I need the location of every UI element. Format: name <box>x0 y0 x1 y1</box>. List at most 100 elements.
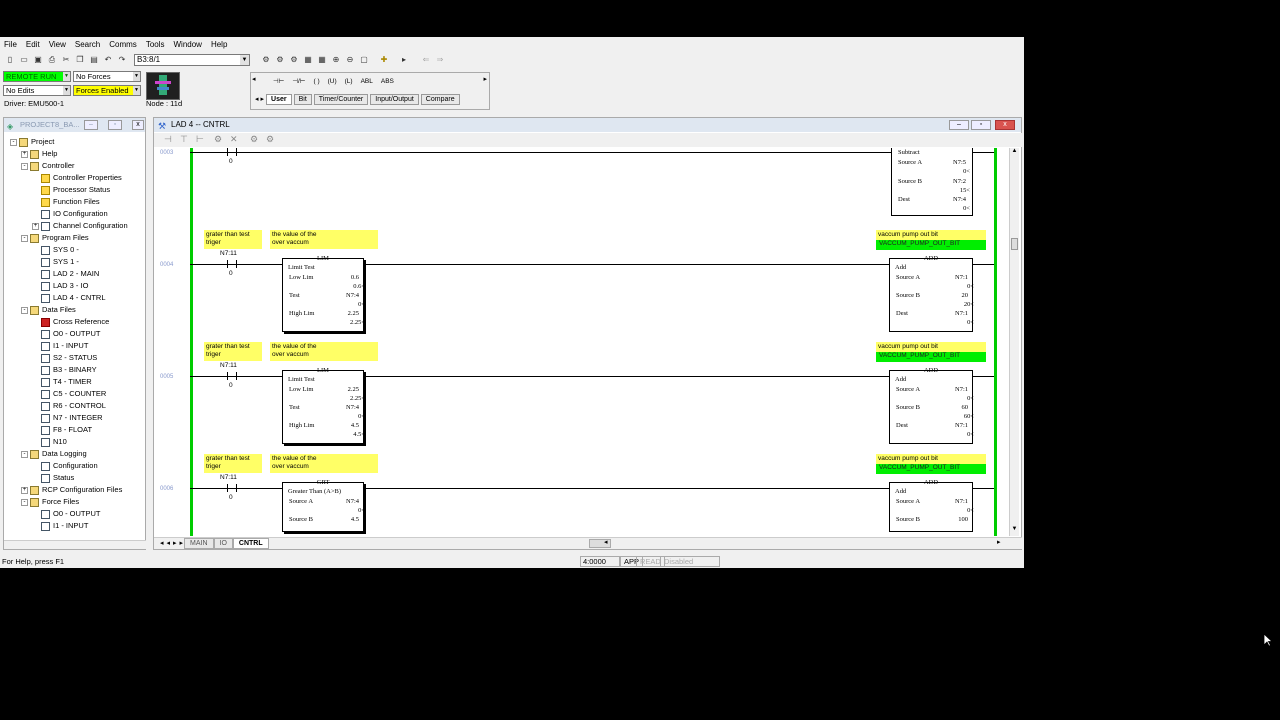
ladder-vscroll[interactable]: ▲ ▼ <box>1009 148 1019 536</box>
chevron-down-icon[interactable]: ▼ <box>240 54 249 65</box>
xic-contact[interactable] <box>227 484 237 492</box>
undo-icon[interactable]: ↶ <box>102 54 114 66</box>
new-file-icon[interactable]: ▯ <box>4 54 16 66</box>
tab-input-output[interactable]: Input/Output <box>370 93 419 105</box>
collapse-icon[interactable]: - <box>21 162 28 170</box>
minimize-button[interactable]: – <box>84 120 98 130</box>
scroll-left-icon[interactable]: ◂ <box>604 538 608 546</box>
tree-item[interactable]: + Help <box>21 148 57 160</box>
accept-icon[interactable]: ⚙ <box>214 134 222 145</box>
tree-item[interactable]: S2 - STATUS <box>32 352 97 364</box>
chevron-down-icon[interactable]: ▼ <box>63 72 70 81</box>
tree-item[interactable]: Configuration <box>32 460 98 472</box>
verify-icon[interactable]: ⚙ <box>260 54 272 66</box>
scroll-right-icon[interactable]: ▸ <box>997 538 1001 546</box>
instruction-button[interactable]: (U) <box>328 78 337 85</box>
tree-item[interactable]: SYS 0 - <box>32 244 79 256</box>
file-tab-main[interactable]: MAIN <box>184 538 214 549</box>
verify-file-icon[interactable]: ⚙ <box>288 54 300 66</box>
ladder-canvas[interactable]: 0003 0 Subtract Source A N7:5 0< Source B N7:2 1… <box>154 148 1010 536</box>
tab-user[interactable]: User <box>266 93 292 105</box>
tree-item[interactable]: R6 - CONTROL <box>32 400 106 412</box>
tree-item[interactable]: LAD 4 - CNTRL <box>32 292 106 304</box>
tree-item[interactable]: O0 - OUTPUT <box>32 508 101 520</box>
tree-item[interactable]: - Controller <box>21 160 75 172</box>
compare-icon[interactable]: ▦ <box>302 54 314 66</box>
minimize-button[interactable]: – <box>949 120 969 130</box>
instruction-button[interactable]: ABL <box>361 78 373 85</box>
verify-project-icon[interactable]: ⚙ <box>274 54 286 66</box>
zoom-out-icon[interactable]: ⊖ <box>344 54 356 66</box>
instruction-block-grt[interactable]: GRT Greater Than (A>B) Source A N7:4 0< Sourc… <box>282 479 365 532</box>
cut-icon[interactable]: ✂ <box>60 54 72 66</box>
scroll-down-icon[interactable]: ▼ <box>1010 526 1019 536</box>
edit-rung-icon[interactable]: ⊢ <box>196 134 204 145</box>
tree-item[interactable]: SYS 1 - <box>32 256 79 268</box>
forward-arrow-icon[interactable]: ⇒ <box>434 54 446 66</box>
maximize-button[interactable]: ▫ <box>108 120 122 130</box>
tree-item[interactable]: - Program Files <box>21 232 89 244</box>
collapse-icon[interactable]: - <box>21 234 28 242</box>
tree-item[interactable]: N7 - INTEGER <box>32 412 103 424</box>
tree-item[interactable]: Processor Status <box>32 184 110 196</box>
collapse-icon[interactable]: - <box>21 498 28 506</box>
menu-window[interactable]: Window <box>174 40 202 49</box>
instruction-block-lim[interactable]: LIM Limit Test Low Lim 2.25 2.25< Test N7:4 0< H… <box>282 367 365 444</box>
expand-icon[interactable]: + <box>21 486 28 494</box>
xic-contact[interactable] <box>227 148 237 156</box>
test-edits-icon[interactable]: ⚙ <box>250 134 258 145</box>
instruction-button[interactable]: ⊣⊢ <box>273 77 284 85</box>
instruction-block-add[interactable]: ADD Add Source A N7:1 0< Source B 100 <box>889 479 974 532</box>
address-combo[interactable]: B3:8/1 ▼ <box>134 53 250 66</box>
menu-edit[interactable]: Edit <box>26 40 40 49</box>
tree-item[interactable]: F8 - FLOAT <box>32 424 92 436</box>
rung-add-icon[interactable]: ⊣ <box>164 134 172 145</box>
menu-search[interactable]: Search <box>75 40 100 49</box>
redo-icon[interactable]: ↷ <box>116 54 128 66</box>
tree-item[interactable]: N10 <box>32 436 67 448</box>
instruction-button[interactable]: ABS <box>381 78 394 85</box>
tree-hscroll[interactable] <box>4 540 146 549</box>
tree-item[interactable]: - Force Files <box>21 496 79 508</box>
tab-scroll-first-icon[interactable]: ◂ <box>255 95 259 103</box>
scroll-right-icon[interactable]: ▸ <box>483 75 487 83</box>
close-button[interactable]: x <box>132 120 144 130</box>
tree-item[interactable]: LAD 3 - IO <box>32 280 88 292</box>
tree-item[interactable]: O0 - OUTPUT <box>32 328 101 340</box>
file-tab-io[interactable]: IO <box>213 538 233 549</box>
tree-item[interactable]: + RCP Configuration Files <box>21 484 122 496</box>
back-arrow-icon[interactable]: ⇐ <box>420 54 432 66</box>
close-button[interactable]: x <box>995 120 1015 130</box>
menu-tools[interactable]: Tools <box>146 40 165 49</box>
paste-icon[interactable]: ▤ <box>88 54 100 66</box>
play-icon[interactable]: ▸ <box>398 54 410 66</box>
tree-item[interactable]: C5 - COUNTER <box>32 388 106 400</box>
instruction-button[interactable]: ( ) <box>313 78 319 85</box>
tree-item[interactable]: LAD 2 - MAIN <box>32 268 99 280</box>
tree-item[interactable]: IO Configuration <box>32 208 108 220</box>
tree-item[interactable]: T4 - TIMER <box>32 376 92 388</box>
save-icon[interactable]: ▣ <box>32 54 44 66</box>
copy-icon[interactable]: ❐ <box>74 54 86 66</box>
tab-first-icon[interactable]: ◂ <box>160 539 164 547</box>
menu-help[interactable]: Help <box>211 40 227 49</box>
instruction-block-add[interactable]: ADD Add Source A N7:1 0< Source B 60 60< Dest N7:… <box>889 367 974 444</box>
tree-item[interactable]: Status <box>32 472 74 484</box>
collapse-icon[interactable]: - <box>21 306 28 314</box>
print-icon[interactable]: ⎙ <box>46 54 58 66</box>
menu-file[interactable]: File <box>4 40 17 49</box>
chevron-down-icon[interactable]: ▼ <box>63 86 70 95</box>
tree-item[interactable]: - Project <box>10 136 54 148</box>
cancel-edit-icon[interactable]: ✕ <box>230 134 238 145</box>
collapse-icon[interactable]: - <box>10 138 17 146</box>
xic-contact[interactable] <box>227 260 237 268</box>
tree-item[interactable]: Controller Properties <box>32 172 122 184</box>
instruction-block-add[interactable]: ADD Add Source A N7:1 0< Source B 20 20< Dest N7:… <box>889 255 974 332</box>
expand-icon[interactable]: + <box>32 222 39 230</box>
tree-item[interactable]: I1 - INPUT <box>32 340 88 352</box>
forces-dropdown[interactable]: No Forces ▼ <box>73 71 141 82</box>
window-icon[interactable]: ▢ <box>358 54 370 66</box>
forces-enabled-dropdown[interactable]: Forces Enabled ▼ <box>73 85 141 96</box>
edits-dropdown[interactable]: No Edits ▼ <box>3 85 71 96</box>
tab-prev-icon[interactable]: ◂ <box>167 539 171 547</box>
